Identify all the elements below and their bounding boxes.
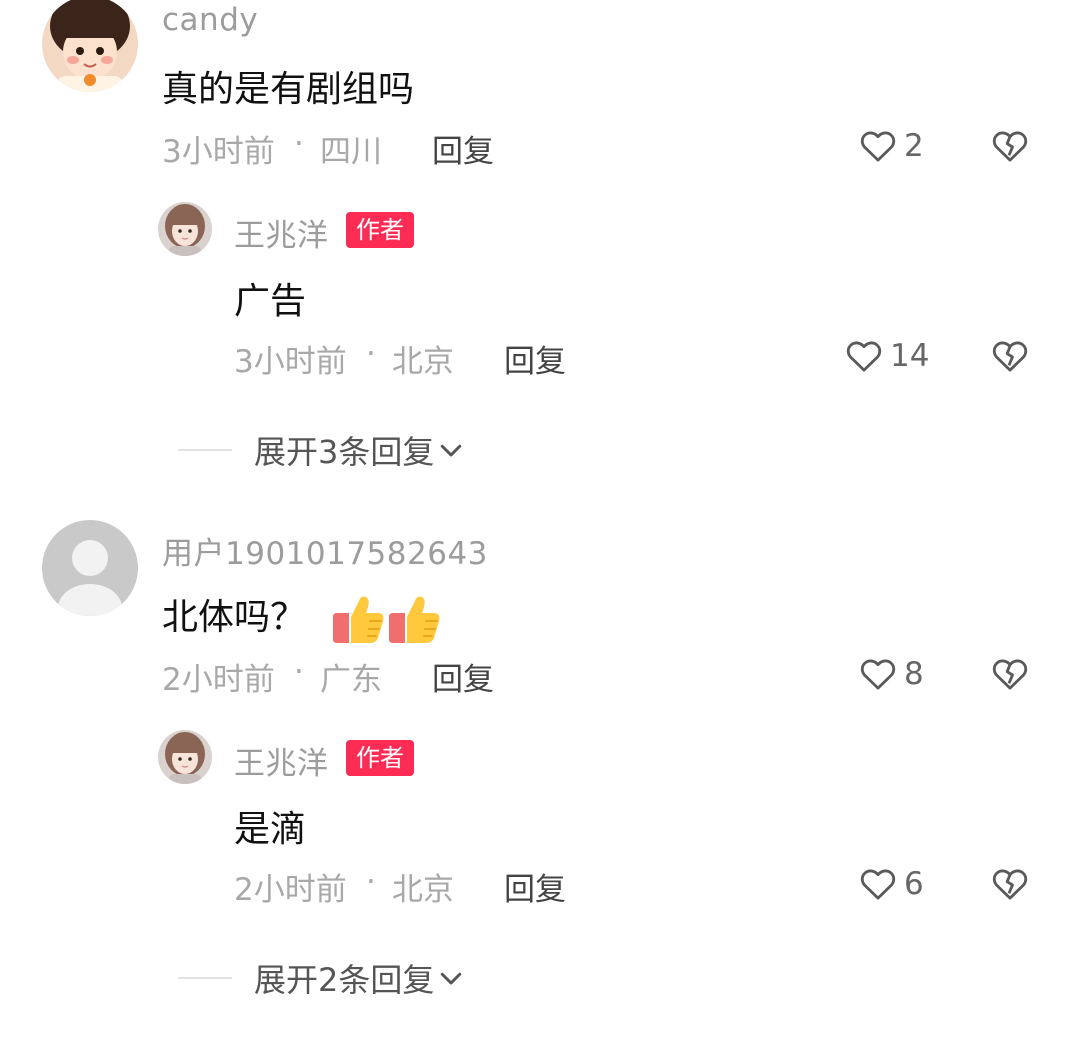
reply-avatar[interactable]	[158, 730, 212, 784]
reply-button[interactable]: 回复	[432, 654, 494, 699]
reply-button[interactable]: 回复	[504, 336, 566, 381]
broken-heart-icon[interactable]	[990, 336, 1030, 376]
meta-separator: ·	[366, 864, 376, 900]
like-button[interactable]: 8	[858, 654, 924, 694]
comment-location: 广东	[320, 662, 382, 698]
meta-separator: ·	[366, 336, 376, 372]
comment-text-content: 北体吗？	[162, 597, 307, 638]
reply-location: 北京	[392, 872, 454, 908]
thumbs-up-icon	[387, 591, 443, 647]
comment-thread: 用户1901017582643 北体吗？ 2小时前 · 广东 回复 8 王兆洋 …	[0, 520, 1080, 1048]
avatar[interactable]	[42, 520, 138, 616]
chevron-down-icon	[434, 963, 466, 993]
comment-username[interactable]: candy	[162, 2, 258, 38]
heart-icon	[858, 654, 898, 694]
reply-location: 北京	[392, 344, 454, 380]
reply-username[interactable]: 王兆洋	[234, 738, 329, 783]
expand-divider	[178, 977, 232, 979]
heart-icon	[858, 126, 898, 166]
reply-button[interactable]: 回复	[432, 126, 494, 171]
comment-location: 四川	[320, 134, 382, 170]
meta-separator: ·	[294, 126, 304, 162]
reply-avatar[interactable]	[158, 202, 212, 256]
like-count: 2	[904, 128, 924, 164]
like-count: 8	[904, 656, 924, 692]
thumbs-up-icon	[331, 591, 387, 647]
comment-text: 真的是有剧组吗	[162, 69, 415, 110]
reply-text: 是滴	[234, 809, 307, 850]
emoji-group	[331, 591, 443, 647]
reply-button[interactable]: 回复	[504, 864, 566, 909]
like-count: 14	[890, 338, 930, 374]
comment-time: 3小时前	[162, 134, 275, 170]
author-badge: 作者	[346, 212, 414, 248]
broken-heart-icon[interactable]	[990, 126, 1030, 166]
reply-time: 3小时前	[234, 344, 347, 380]
like-button[interactable]: 2	[858, 126, 924, 166]
broken-heart-icon[interactable]	[990, 864, 1030, 904]
comment-username[interactable]: 用户1901017582643	[162, 528, 488, 573]
heart-icon	[858, 864, 898, 904]
expand-divider	[178, 449, 232, 451]
expand-replies-label: 展开2条回复	[254, 961, 435, 999]
reply-time: 2小时前	[234, 872, 347, 908]
author-badge: 作者	[346, 740, 414, 776]
comment-time: 2小时前	[162, 662, 275, 698]
expand-replies-button[interactable]: 展开2条回复	[178, 958, 466, 999]
like-count: 6	[904, 866, 924, 902]
like-button[interactable]: 14	[844, 336, 929, 376]
reply-username[interactable]: 王兆洋	[234, 210, 329, 255]
comment-text: 北体吗？	[162, 588, 443, 647]
comment-thread: candy 真的是有剧组吗 3小时前 · 四川 回复 2 王兆洋 作者 广告 3…	[0, 0, 1080, 520]
chevron-down-icon	[434, 435, 466, 465]
broken-heart-icon[interactable]	[990, 654, 1030, 694]
expand-replies-label: 展开3条回复	[254, 433, 435, 471]
avatar[interactable]	[42, 0, 138, 92]
reply-text: 广告	[234, 281, 307, 322]
expand-replies-button[interactable]: 展开3条回复	[178, 430, 466, 471]
meta-separator: ·	[294, 654, 304, 690]
like-button[interactable]: 6	[858, 864, 924, 904]
heart-icon	[844, 336, 884, 376]
